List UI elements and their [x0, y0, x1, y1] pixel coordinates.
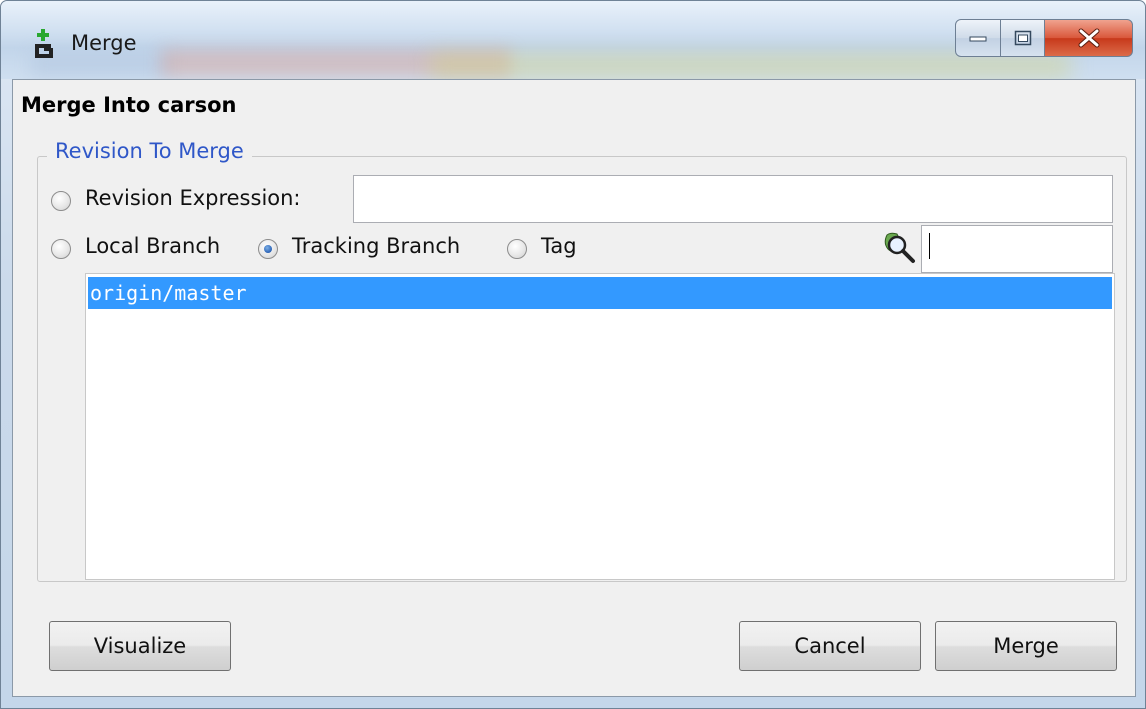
- visualize-button[interactable]: Visualize: [49, 621, 231, 671]
- title-bar[interactable]: Merge: [1, 1, 1145, 79]
- tracking-branch-label: Tracking Branch: [292, 234, 461, 258]
- local-branch-label: Local Branch: [85, 234, 221, 258]
- list-item[interactable]: origin/master: [88, 277, 1112, 309]
- dialog-heading: Merge Into carson: [21, 93, 237, 117]
- local-branch-radio[interactable]: [51, 239, 71, 259]
- maximize-icon: [1014, 30, 1031, 46]
- window-title: Merge: [71, 31, 137, 55]
- tag-radio[interactable]: [507, 239, 527, 259]
- tag-label: Tag: [541, 234, 577, 258]
- revision-expression-input[interactable]: [353, 175, 1113, 223]
- group-label: Revision To Merge: [47, 139, 252, 163]
- tracking-branch-radio[interactable]: [258, 239, 278, 259]
- search-filter-icon: [881, 231, 917, 269]
- branch-list[interactable]: origin/master: [85, 273, 1115, 580]
- close-icon: [1078, 28, 1099, 48]
- git-merge-app-icon: [31, 28, 57, 60]
- cancel-button[interactable]: Cancel: [739, 621, 921, 671]
- window-controls: [955, 19, 1133, 59]
- revision-expression-radio[interactable]: [51, 191, 71, 211]
- merge-button[interactable]: Merge: [935, 621, 1117, 671]
- revision-expression-label: Revision Expression:: [85, 186, 301, 210]
- close-button[interactable]: [1045, 19, 1133, 57]
- merge-window: Merge Merge Into carson Revision To Merg…: [0, 0, 1146, 709]
- maximize-button[interactable]: [1001, 19, 1045, 57]
- minimize-icon: [969, 36, 987, 42]
- branch-filter-input[interactable]: [921, 225, 1113, 273]
- minimize-button[interactable]: [955, 19, 1001, 57]
